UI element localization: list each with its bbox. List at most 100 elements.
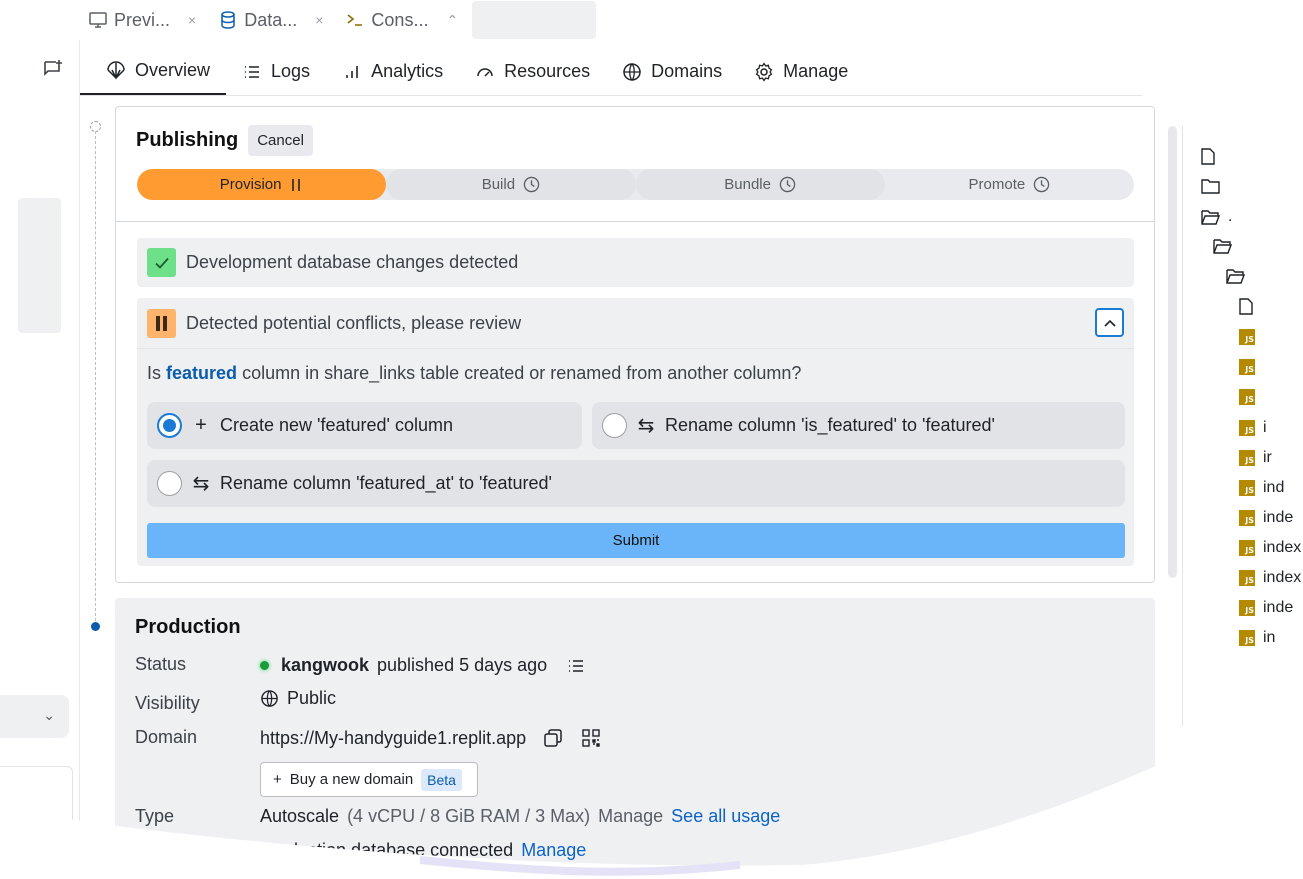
timeline-dot-current bbox=[91, 622, 100, 631]
js-file-item[interactable]: JS index bbox=[1239, 569, 1301, 587]
copy-icon[interactable] bbox=[542, 727, 564, 749]
folder-item[interactable]: . bbox=[1201, 208, 1232, 226]
type-value: Autoscale (4 vCPU / 8 GiB RAM / 3 Max) M… bbox=[260, 806, 780, 827]
tab-label: Overview bbox=[135, 60, 211, 80]
status-text: published 5 days ago bbox=[377, 655, 548, 675]
file-label: ir bbox=[1263, 449, 1272, 466]
buy-domain-button[interactable]: + Buy a new domain Beta bbox=[260, 762, 478, 797]
tab-label: Resources bbox=[504, 61, 591, 81]
type-label: Type bbox=[135, 806, 175, 826]
file-label: inde bbox=[1263, 599, 1294, 616]
file-item[interactable] bbox=[1239, 298, 1253, 315]
js-file-icon: JS bbox=[1239, 570, 1255, 586]
option-rename-is-featured[interactable]: ⇆ Rename column 'is_featured' to 'featur… bbox=[592, 402, 1125, 449]
js-file-item[interactable]: JS bbox=[1239, 359, 1255, 375]
js-file-icon: JS bbox=[1239, 359, 1255, 375]
close-icon[interactable]: × bbox=[315, 12, 323, 28]
tab-console[interactable]: Cons... ⌃ bbox=[337, 0, 472, 40]
question-suffix: column in share_links table created or r… bbox=[242, 363, 802, 383]
folder-open-icon bbox=[1226, 269, 1245, 284]
radio-unselected[interactable] bbox=[157, 471, 182, 496]
file-icon bbox=[1239, 298, 1253, 315]
visibility-value: Public bbox=[260, 688, 336, 709]
left-panel-block bbox=[18, 198, 61, 333]
tab-manage[interactable]: Manage bbox=[738, 48, 864, 95]
folder-item[interactable] bbox=[1226, 268, 1245, 284]
tab-logs[interactable]: Logs bbox=[226, 48, 326, 95]
cancel-button[interactable]: Cancel bbox=[248, 125, 313, 156]
status-row-detected: Development database changes detected bbox=[137, 238, 1134, 287]
folder-item[interactable] bbox=[1201, 178, 1220, 194]
publishing-title: Publishing bbox=[136, 129, 239, 151]
tab-domains[interactable]: Domains bbox=[606, 48, 738, 95]
option-label: Create new 'featured' column bbox=[220, 415, 453, 435]
js-file-item[interactable]: JS index bbox=[1239, 539, 1301, 557]
deployment-nav: Overview Logs Analytics Resources Domain… bbox=[80, 48, 1170, 96]
qr-code-icon[interactable] bbox=[580, 727, 602, 749]
js-file-item[interactable]: JS i bbox=[1239, 419, 1267, 437]
tab-resources[interactable]: Resources bbox=[459, 48, 606, 95]
tab-preview[interactable]: Previ... × bbox=[80, 0, 210, 40]
folder-item[interactable] bbox=[1213, 238, 1232, 254]
database-text: Production database connected bbox=[260, 840, 514, 860]
list-icon[interactable] bbox=[565, 657, 587, 675]
database-manage-link[interactable]: Manage bbox=[521, 840, 586, 861]
tab-publishing[interactable] bbox=[472, 1, 597, 39]
chevron-up-icon[interactable]: ⌃ bbox=[446, 12, 458, 29]
option-label: Rename column 'featured_at' to 'featured… bbox=[220, 473, 552, 493]
globe-icon bbox=[261, 690, 278, 707]
pause-badge bbox=[147, 308, 176, 338]
collapse-button[interactable] bbox=[1095, 308, 1124, 337]
type-manage-link[interactable]: Manage bbox=[598, 806, 663, 827]
plus-icon: + bbox=[273, 771, 282, 788]
scrollbar[interactable] bbox=[1168, 126, 1177, 578]
tab-database[interactable]: Data... × bbox=[210, 0, 337, 40]
pause-icon bbox=[292, 178, 301, 191]
conflict-panel: Detected potential conflicts, please rev… bbox=[137, 298, 1134, 566]
option-create-new-column[interactable]: + Create new 'featured' column bbox=[147, 402, 582, 449]
js-file-icon: JS bbox=[1239, 329, 1255, 345]
list-icon bbox=[245, 65, 260, 78]
option-rename-featured-at[interactable]: ⇆ Rename column 'featured_at' to 'featur… bbox=[147, 460, 1125, 507]
step-promote: Promote bbox=[885, 169, 1134, 200]
js-file-item[interactable]: JS bbox=[1239, 329, 1255, 345]
file-label: ind bbox=[1263, 479, 1285, 496]
chevron-up-icon bbox=[1103, 319, 1116, 327]
type-name: Autoscale bbox=[260, 806, 340, 826]
tab-label: Data... bbox=[244, 9, 298, 30]
conflict-message: Detected potential conflicts, please rev… bbox=[186, 312, 522, 333]
left-dropdown[interactable]: ⌄ bbox=[0, 695, 69, 738]
publishing-card: Publishing Cancel Provision Build Bundle… bbox=[115, 106, 1155, 583]
js-file-icon: JS bbox=[1239, 480, 1255, 496]
column-name-highlight: featured bbox=[166, 363, 238, 383]
js-file-icon: JS bbox=[1239, 630, 1255, 646]
gear-icon bbox=[755, 61, 773, 82]
publishing-header: Publishing Cancel bbox=[136, 125, 313, 156]
js-file-icon: JS bbox=[1239, 389, 1255, 405]
radio-selected[interactable] bbox=[157, 413, 182, 438]
submit-button[interactable]: Submit bbox=[147, 523, 1125, 558]
tab-analytics[interactable]: Analytics bbox=[326, 48, 459, 95]
domain-label: Domain bbox=[135, 727, 198, 747]
js-file-item[interactable]: JS inde bbox=[1239, 509, 1293, 527]
see-all-usage-link[interactable]: See all usage bbox=[671, 806, 780, 827]
file-item[interactable] bbox=[1201, 148, 1215, 165]
js-file-item[interactable]: JS ind bbox=[1239, 479, 1284, 497]
production-card: Production Status kangwook published 5 d… bbox=[115, 598, 1155, 879]
step-provision: Provision bbox=[137, 169, 387, 200]
file-label: index bbox=[1263, 569, 1302, 586]
left-rail bbox=[0, 40, 80, 879]
left-panel-box bbox=[0, 766, 73, 879]
tab-overview[interactable]: Overview bbox=[80, 48, 227, 95]
radio-unselected[interactable] bbox=[602, 413, 627, 438]
chat-add-icon[interactable] bbox=[42, 58, 64, 80]
gauge-icon bbox=[477, 67, 493, 77]
js-file-item[interactable]: JS bbox=[1239, 389, 1255, 405]
domain-url[interactable]: https://My-handyguide1.replit.app bbox=[260, 728, 526, 749]
js-file-item[interactable]: JS ir bbox=[1239, 449, 1272, 467]
js-file-item[interactable]: JS in bbox=[1239, 629, 1275, 647]
close-icon[interactable]: × bbox=[188, 12, 196, 28]
js-file-item[interactable]: JS inde bbox=[1239, 599, 1293, 617]
chevron-down-icon: ⌄ bbox=[43, 707, 55, 723]
clock-icon bbox=[1033, 176, 1050, 193]
